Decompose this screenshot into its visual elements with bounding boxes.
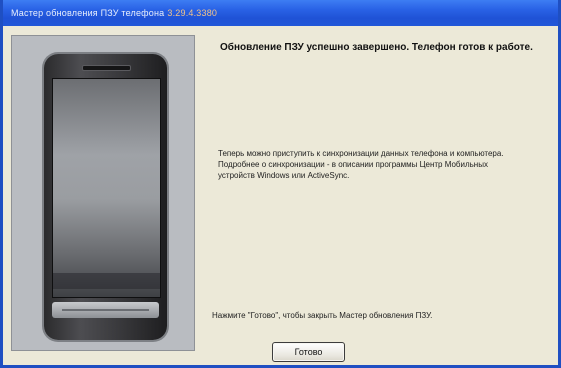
completion-heading: Обновление ПЗУ успешно завершено. Телефо… [220, 42, 533, 53]
window-version: 3.29.4.3380 [167, 8, 218, 18]
phone-screen-bar [53, 273, 160, 289]
wizard-window: Мастер обновления ПЗУ телефона 3.29.4.338… [0, 0, 561, 368]
phone-illustration-panel [11, 35, 195, 351]
title-bar[interactable]: Мастер обновления ПЗУ телефона 3.29.4.338… [3, 0, 558, 26]
sync-info-text: Теперь можно приступить к синхронизации … [218, 149, 504, 180]
smartphone-image [44, 54, 167, 340]
window-title: Мастер обновления ПЗУ телефона 3.29.4.338… [11, 8, 218, 18]
finish-button[interactable]: Готово [272, 342, 345, 362]
phone-bottom-line [62, 309, 149, 311]
finish-hint-text: Нажмите "Готово", чтобы закрыть Мастер о… [212, 311, 433, 320]
phone-screen [52, 78, 161, 298]
phone-bottom-strip [52, 302, 159, 318]
phone-speaker [82, 65, 131, 71]
